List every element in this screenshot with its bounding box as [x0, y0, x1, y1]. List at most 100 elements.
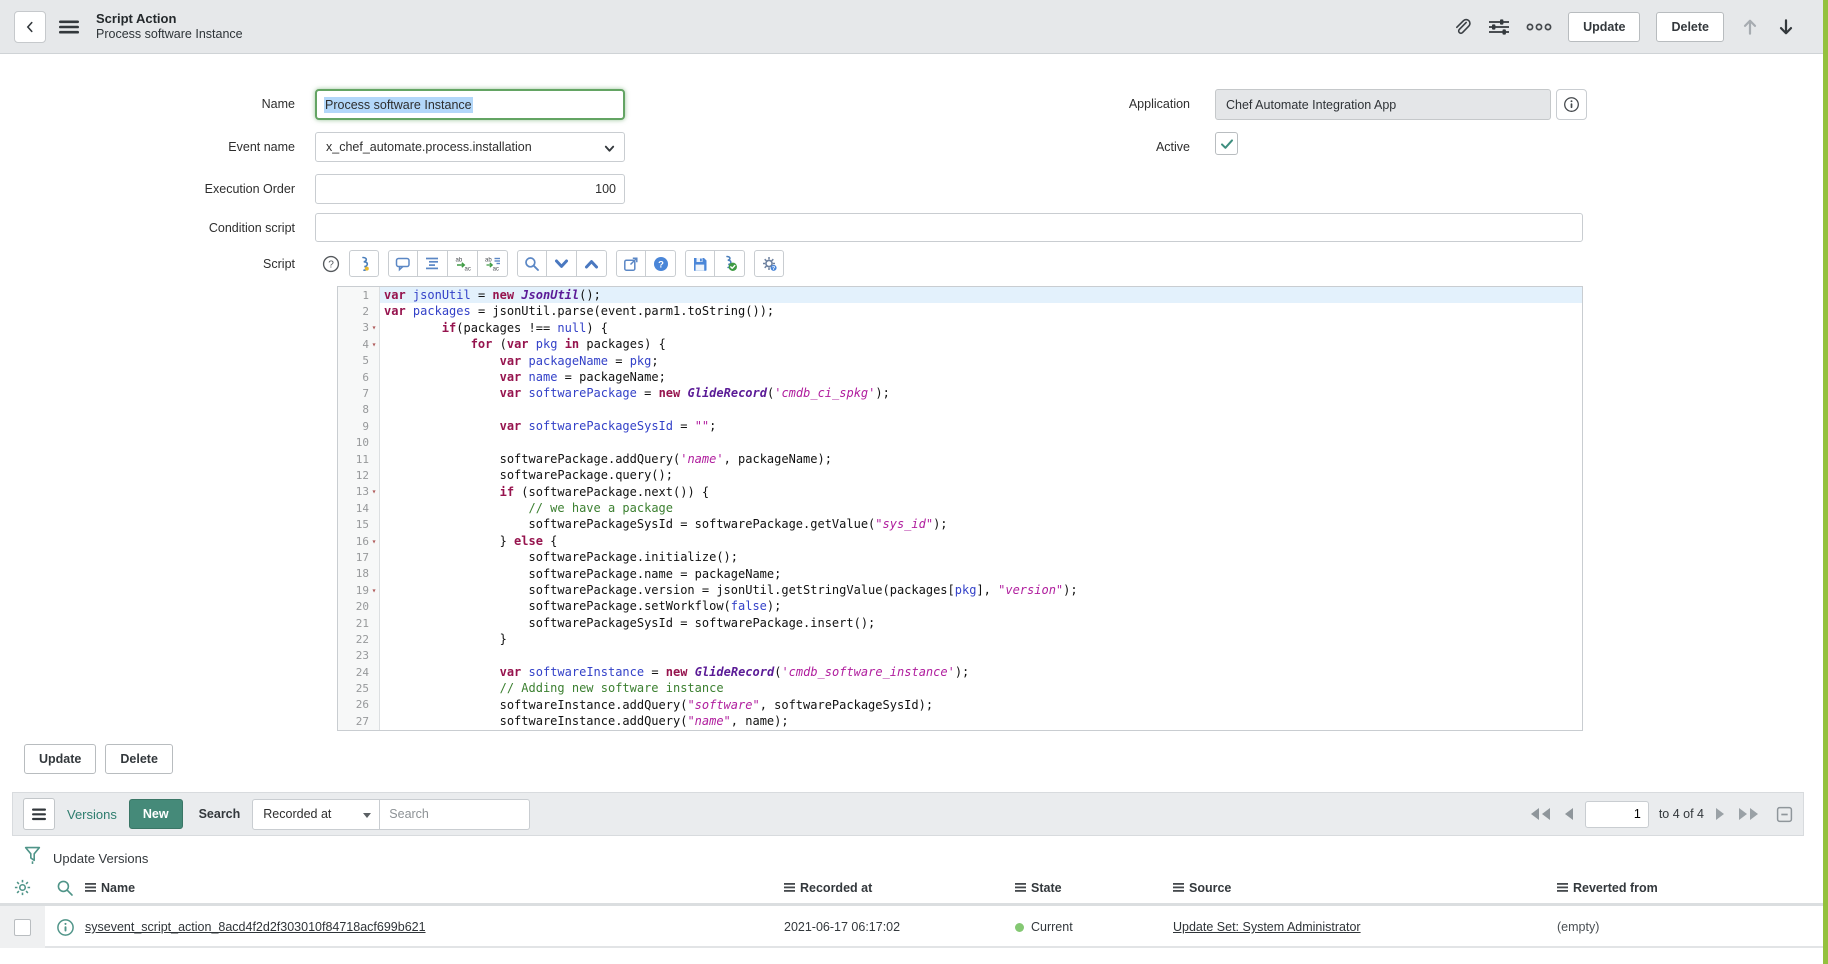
name-input[interactable]: Process software Instance [315, 89, 625, 120]
syntax-macro-button[interactable] [349, 250, 379, 277]
column-header-recorded-at[interactable]: Recorded at [784, 881, 1015, 895]
code-line[interactable]: 2var packages = jsonUtil.parse(event.par… [338, 303, 1582, 319]
code-text[interactable]: // Adding new software instance [380, 680, 1582, 696]
code-text[interactable]: softwareInstance.addQuery("name", name); [380, 713, 1582, 729]
code-line[interactable]: 5 var packageName = pkg; [338, 353, 1582, 369]
script-code-editor[interactable]: 1var jsonUtil = new JsonUtil();2var pack… [337, 286, 1583, 731]
first-page-icon[interactable] [1529, 807, 1553, 821]
code-line[interactable]: 8 [338, 402, 1582, 418]
versions-tab-label[interactable]: Versions [67, 807, 117, 822]
find-next-button[interactable] [547, 250, 577, 277]
last-page-icon[interactable] [1736, 807, 1760, 821]
new-version-button[interactable]: New [129, 799, 183, 829]
code-text[interactable]: if(packages !== null) { [380, 320, 1582, 336]
previous-record-arrow-icon[interactable] [1740, 17, 1760, 37]
column-menu-icon[interactable] [1015, 883, 1026, 892]
code-line[interactable]: 4▾ for (var pkg in packages) { [338, 336, 1582, 352]
record-preview-info-icon[interactable] [45, 918, 85, 937]
find-button[interactable] [517, 250, 547, 277]
code-text[interactable]: var jsonUtil = new JsonUtil(); [380, 287, 1582, 303]
code-line[interactable]: 27 softwareInstance.addQuery("name", nam… [338, 713, 1582, 729]
code-text[interactable]: softwarePackage.query(); [380, 467, 1582, 483]
code-line[interactable]: 3▾ if(packages !== null) { [338, 320, 1582, 336]
code-text[interactable]: softwarePackage.initialize(); [380, 549, 1582, 565]
code-text[interactable]: } else { [380, 533, 1582, 549]
code-text[interactable]: var softwarePackage = new GlideRecord('c… [380, 385, 1582, 401]
editor-help-button[interactable]: ? [646, 250, 676, 277]
code-text[interactable]: softwarePackage.version = jsonUtil.getSt… [380, 582, 1582, 598]
code-line[interactable]: 26 softwareInstance.addQuery("software",… [338, 697, 1582, 713]
execution-order-input[interactable] [315, 174, 625, 204]
search-field-select[interactable]: Recorded at [252, 799, 380, 830]
code-text[interactable]: } [380, 631, 1582, 647]
code-text[interactable]: var softwarePackageSysId = ""; [380, 418, 1582, 434]
debug-button[interactable]: ? [754, 250, 784, 277]
code-text[interactable]: softwareInstance.addQuery("software", so… [380, 697, 1582, 713]
code-line[interactable]: 13▾ if (softwarePackage.next()) { [338, 484, 1582, 500]
open-window-button[interactable] [616, 250, 646, 277]
code-text[interactable]: softwarePackage.setWorkflow(false); [380, 598, 1582, 614]
code-line[interactable]: 12 softwarePackage.query(); [338, 467, 1582, 483]
list-context-menu-button[interactable] [23, 798, 55, 830]
code-line[interactable]: 23 [338, 648, 1582, 664]
breadcrumb-text[interactable]: Update Versions [53, 851, 148, 866]
code-text[interactable]: if (softwarePackage.next()) { [380, 484, 1582, 500]
list-search-icon[interactable] [45, 879, 85, 897]
script-help-icon[interactable]: ? [322, 255, 340, 273]
code-line[interactable]: 19▾ softwarePackage.version = jsonUtil.g… [338, 582, 1582, 598]
code-line[interactable]: 15 softwarePackageSysId = softwarePackag… [338, 516, 1582, 532]
code-line[interactable]: 14 // we have a package [338, 500, 1582, 516]
code-text[interactable]: var name = packageName; [380, 369, 1582, 385]
code-text[interactable]: softwarePackage.name = packageName; [380, 566, 1582, 582]
replace-button[interactable]: abac [448, 250, 478, 277]
find-previous-button[interactable] [577, 250, 607, 277]
code-text[interactable] [380, 648, 1582, 664]
next-page-icon[interactable] [1714, 807, 1726, 821]
list-search-input[interactable] [380, 799, 530, 830]
code-line[interactable]: 7 var softwarePackage = new GlideRecord(… [338, 385, 1582, 401]
back-button[interactable] [14, 11, 46, 43]
list-personalize-gear-icon[interactable] [0, 878, 45, 897]
form-context-menu-icon[interactable] [58, 19, 80, 35]
comment-button[interactable] [388, 250, 418, 277]
save-button[interactable] [685, 250, 715, 277]
collapse-list-icon[interactable] [1776, 806, 1793, 823]
code-text[interactable] [380, 402, 1582, 418]
code-text[interactable]: // we have a package [380, 500, 1582, 516]
code-line[interactable]: 22 } [338, 631, 1582, 647]
footer-delete-button[interactable]: Delete [105, 744, 173, 774]
filter-funnel-icon[interactable] [24, 846, 41, 870]
column-menu-icon[interactable] [1173, 883, 1184, 892]
event-name-select[interactable]: x_chef_automate.process.installation [315, 132, 625, 162]
column-menu-icon[interactable] [85, 883, 96, 892]
replace-all-button[interactable]: abac [478, 250, 508, 277]
code-text[interactable]: for (var pkg in packages) { [380, 336, 1582, 352]
code-line[interactable]: 6 var name = packageName; [338, 369, 1582, 385]
code-line[interactable]: 21 softwarePackageSysId = softwarePackag… [338, 615, 1582, 631]
column-header-name[interactable]: Name [85, 881, 784, 895]
previous-page-icon[interactable] [1563, 807, 1575, 821]
attachment-paperclip-icon[interactable] [1453, 17, 1472, 36]
code-line[interactable]: 1var jsonUtil = new JsonUtil(); [338, 287, 1582, 303]
code-line[interactable]: 20 softwarePackage.setWorkflow(false); [338, 598, 1582, 614]
code-text[interactable] [380, 435, 1582, 451]
syntax-check-button[interactable] [715, 250, 745, 277]
update-button[interactable]: Update [1568, 12, 1640, 42]
code-text[interactable]: var packageName = pkg; [380, 353, 1582, 369]
code-line[interactable]: 25 // Adding new software instance [338, 680, 1582, 696]
column-header-reverted-from[interactable]: Reverted from [1557, 881, 1823, 895]
code-line[interactable]: 11 softwarePackage.addQuery('name', pack… [338, 451, 1582, 467]
delete-button[interactable]: Delete [1656, 12, 1724, 42]
column-header-state[interactable]: State [1015, 881, 1173, 895]
source-link[interactable]: Update Set: System Administrator [1173, 920, 1361, 934]
version-name-link[interactable]: sysevent_script_action_8acd4f2d2f303010f… [85, 920, 426, 934]
code-line[interactable]: 17 softwarePackage.initialize(); [338, 549, 1582, 565]
page-number-input[interactable] [1585, 801, 1649, 828]
code-line[interactable]: 10 [338, 435, 1582, 451]
more-options-icon[interactable] [1526, 23, 1552, 31]
next-record-arrow-icon[interactable] [1776, 17, 1796, 37]
application-info-button[interactable] [1556, 89, 1587, 120]
code-text[interactable]: softwarePackage.addQuery('name', package… [380, 451, 1582, 467]
code-line[interactable]: 18 softwarePackage.name = packageName; [338, 566, 1582, 582]
personalize-form-sliders-icon[interactable] [1488, 18, 1510, 36]
